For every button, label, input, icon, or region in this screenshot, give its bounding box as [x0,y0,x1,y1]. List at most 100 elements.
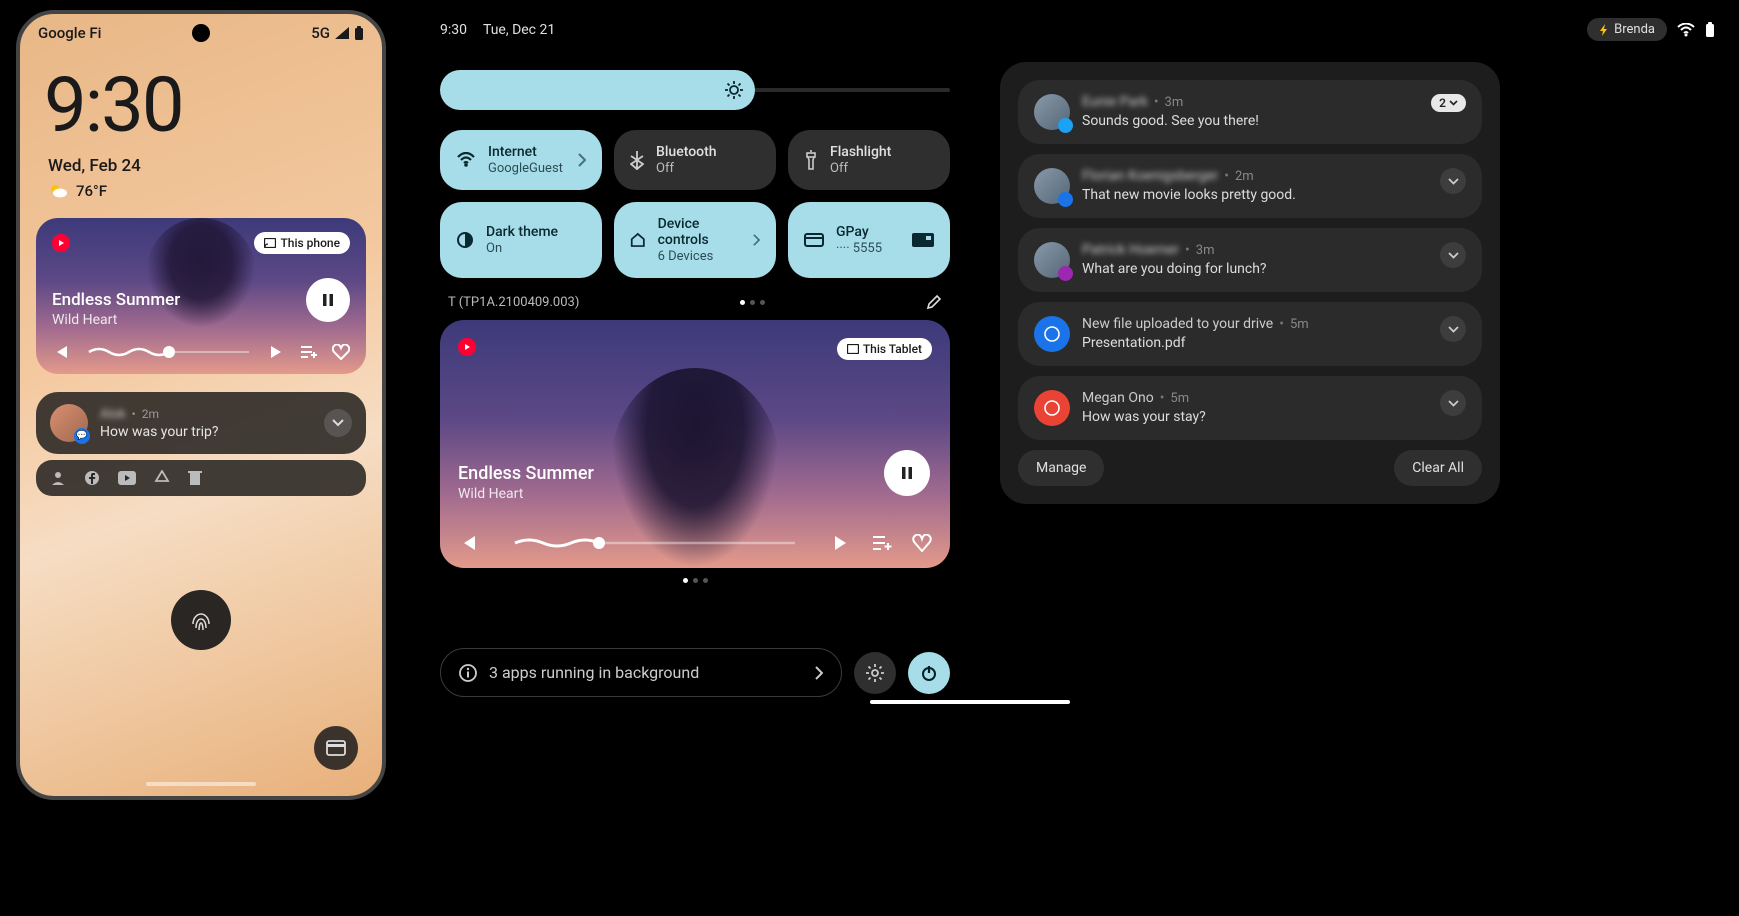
qs-tile-flashlight[interactable]: FlashlightOff [788,130,950,190]
queue-add-icon[interactable] [872,535,892,551]
prev-track-button[interactable] [458,535,476,551]
user-pill[interactable]: Brenda [1587,18,1667,41]
nav-handle[interactable] [146,782,256,786]
media-pager[interactable] [440,578,950,583]
qs-tile-device-controls[interactable]: Device controls6 Devices [614,202,776,278]
tablet-statusbar: 9:30 Tue, Dec 21 Brenda [440,18,1715,41]
notification-card[interactable]: 💬 Alok • 2m How was your trip? [36,392,366,454]
profile-icon [50,470,66,486]
expand-button[interactable] [1440,168,1466,194]
weather-widget[interactable]: 76°F [20,176,382,200]
notification-icon-row[interactable] [36,460,366,496]
expand-button[interactable] [1440,390,1466,416]
favorite-icon[interactable] [332,344,350,360]
cast-target-pill[interactable]: This Tablet [837,338,932,360]
cast-target-pill[interactable]: This phone [254,232,350,254]
pause-button[interactable] [306,278,350,322]
signal-icon [334,26,350,40]
media-card[interactable]: This phone Endless Summer Wild Heart [36,218,366,374]
track-artist: Wild Heart [458,486,594,502]
notif-time: 5m [1290,317,1309,332]
sender-name: Megan Ono [1082,390,1154,406]
pause-button[interactable] [884,450,930,496]
edit-icon[interactable] [926,294,942,310]
qs-pager[interactable] [740,300,765,305]
network-label: 5G [311,24,330,42]
gear-icon [865,663,885,683]
battery-icon [354,26,364,41]
app-badge-icon [1058,266,1073,281]
phone-lockscreen: Google Fi 5G 9:30 Wed, Feb 24 76°F This … [16,10,386,800]
qs-tile-internet[interactable]: InternetGoogleGuest [440,130,602,190]
bluetooth-icon [630,150,644,170]
count-badge[interactable]: 2 [1431,94,1466,112]
dark-theme-icon [456,231,474,249]
power-icon [920,664,938,682]
lockscreen-clock: 9:30 [20,42,382,150]
app-badge-icon [1058,118,1073,133]
next-track-button[interactable] [270,345,286,359]
prev-track-button[interactable] [52,345,68,359]
expand-button[interactable] [1440,316,1466,342]
settings-button[interactable] [854,652,896,694]
tile-sub: Off [830,161,891,176]
build-number: T (TP1A.2100409.003) [448,295,579,310]
cast-label: This phone [280,236,340,250]
tile-label: Internet [488,144,563,160]
notif-text: What are you doing for lunch? [1082,261,1428,277]
battery-icon [1705,22,1715,38]
progress-slider[interactable] [82,344,256,360]
nav-handle[interactable] [870,700,1070,704]
status-time: 9:30 [440,22,467,38]
notif-text: How was your stay? [1082,409,1428,425]
brightness-slider[interactable] [440,70,950,110]
info-icon [459,664,477,682]
track-title: Endless Summer [458,463,594,484]
media-card-large[interactable]: This Tablet Endless Summer Wild Heart [440,320,950,568]
queue-add-icon[interactable] [300,345,318,359]
notification-item[interactable]: Eunie Park•3mSounds good. See you there!… [1018,80,1482,144]
avatar: 💬 [50,404,88,442]
chevron-right-icon [815,666,823,680]
tile-sub: GoogleGuest [488,161,563,176]
background-apps-pill[interactable]: 3 apps running in background [440,648,842,697]
notif-text: How was your trip? [100,424,312,440]
notification-item[interactable]: Patrick Hoerner•3mWhat are you doing for… [1018,228,1482,292]
expand-button[interactable] [1440,242,1466,268]
avatar [1034,168,1070,204]
next-track-button[interactable] [834,535,852,551]
chevron-right-icon [578,153,586,167]
youtube-music-icon [458,338,476,356]
notification-item[interactable]: New file uploaded to your drive•5mPresen… [1018,302,1482,366]
chevron-right-icon [753,233,760,247]
tile-label: Bluetooth [656,144,717,160]
expand-button[interactable] [324,409,352,437]
qs-tile-dark-theme[interactable]: Dark themeOn [440,202,602,278]
fingerprint-button[interactable] [171,590,231,650]
qs-tile-bluetooth[interactable]: BluetoothOff [614,130,776,190]
sender-name: Florian Koenigsberger [1082,168,1218,184]
avatar [1034,242,1070,278]
manage-button[interactable]: Manage [1018,450,1104,486]
power-button[interactable] [908,652,950,694]
carrier-label: Google Fi [38,24,101,42]
card-chip-icon [912,233,934,247]
sun-cloud-icon [48,183,68,199]
delete-icon [188,470,202,486]
youtube-music-icon [52,234,70,252]
tile-sub: ···· 5555 [836,241,882,256]
apps-running-label: 3 apps running in background [489,663,803,682]
notif-text: Sounds good. See you there! [1082,113,1419,129]
notification-item[interactable]: Megan Ono•5mHow was your stay? [1018,376,1482,440]
notif-text: That new movie looks pretty good. [1082,187,1428,203]
favorite-icon[interactable] [912,534,932,552]
tile-label: GPay [836,224,882,240]
qs-tile-gpay[interactable]: GPay···· 5555 [788,202,950,278]
cast-icon [264,238,276,248]
notif-time: 2m [1235,169,1254,184]
notification-item[interactable]: Florian Koenigsberger•2mThat new movie l… [1018,154,1482,218]
wallet-button[interactable] [314,726,358,770]
progress-slider[interactable] [496,536,814,550]
app-icon [1034,390,1070,426]
clear-all-button[interactable]: Clear All [1394,450,1482,486]
